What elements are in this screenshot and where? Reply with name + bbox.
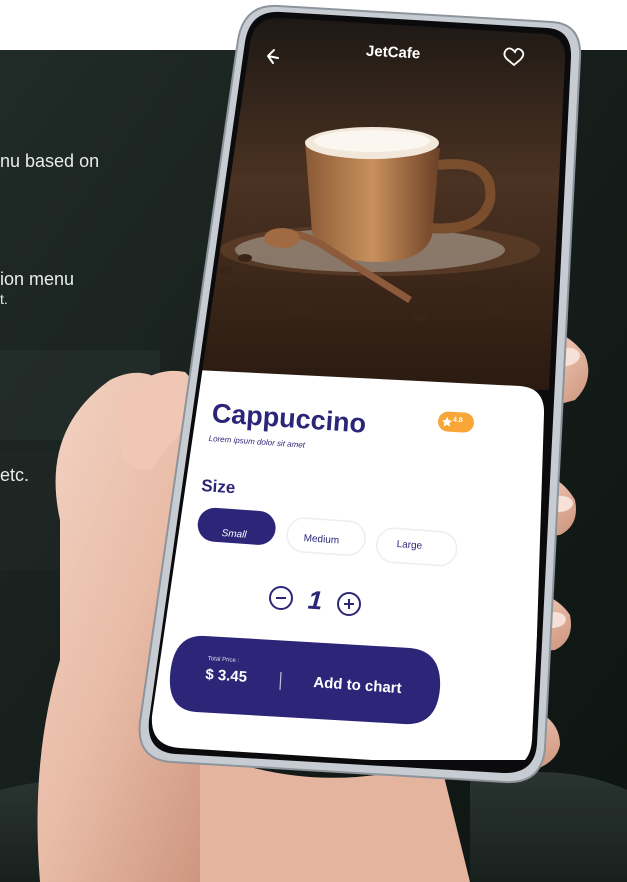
promo-scene: nu based on ion menu t. etc. JetCafe Cap… (0, 0, 627, 882)
app-title: JetCafe (365, 42, 421, 63)
size-option-large-label[interactable]: Large (396, 539, 422, 552)
size-option-small-label[interactable]: Small (221, 528, 247, 541)
size-chip-small[interactable] (197, 507, 277, 546)
phone-mockup (138, 4, 582, 784)
size-label: Size (200, 476, 236, 498)
quantity-value: 1 (307, 584, 324, 616)
size-option-medium-label[interactable]: Medium (303, 533, 339, 546)
rating-value: 4.8 (452, 416, 463, 425)
total-price-value: $ 3.45 (204, 666, 248, 686)
